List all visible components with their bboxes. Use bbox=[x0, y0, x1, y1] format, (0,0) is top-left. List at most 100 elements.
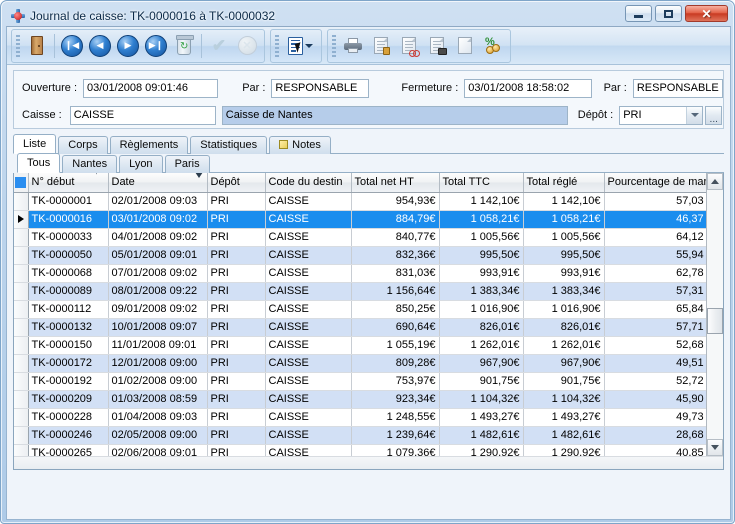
last-record-button[interactable]: ▶❙ bbox=[142, 32, 170, 60]
cell-depot[interactable]: PRI bbox=[207, 336, 266, 355]
cell-total-regle[interactable]: 901,75€ bbox=[523, 372, 605, 391]
table-row[interactable]: TK-0000265 02/06/2008 09:01 PRI CAISSE 1 079… bbox=[14, 444, 706, 456]
column-header-total-ttc[interactable]: Total TTC bbox=[439, 173, 524, 193]
column-header-code-destinataire[interactable]: Code du destin bbox=[265, 173, 352, 193]
cell-depot[interactable]: PRI bbox=[207, 390, 266, 409]
cell-total-net-ht[interactable]: 1 079,36€ bbox=[351, 444, 440, 456]
cell-total-regle[interactable]: 1 262,01€ bbox=[523, 336, 605, 355]
depot-dropdown-button[interactable] bbox=[686, 106, 703, 124]
subtab-lyon[interactable]: Lyon bbox=[119, 155, 163, 173]
cell-date[interactable]: 02/01/2008 09:03 bbox=[108, 192, 208, 211]
cell-total-regle[interactable]: 1 016,90€ bbox=[523, 300, 605, 319]
row-indicator-cell[interactable] bbox=[14, 282, 29, 301]
cell-total-regle[interactable]: 826,01€ bbox=[523, 318, 605, 337]
cell-total-regle[interactable]: 1 104,32€ bbox=[523, 390, 605, 409]
cell-total-ttc[interactable]: 1 383,34€ bbox=[439, 282, 524, 301]
cell-total-regle[interactable]: 1 290,92€ bbox=[523, 444, 605, 456]
cell-numero[interactable]: TK-0000050 bbox=[28, 246, 109, 265]
cell-pourcentage-marge[interactable]: 62,78 % bbox=[604, 264, 706, 283]
cell-total-net-ht[interactable]: 954,93€ bbox=[351, 192, 440, 211]
row-indicator-cell[interactable] bbox=[14, 408, 29, 427]
cell-depot[interactable]: PRI bbox=[207, 300, 266, 319]
cell-total-ttc[interactable]: 1 005,56€ bbox=[439, 228, 524, 247]
cell-code[interactable]: CAISSE bbox=[265, 264, 352, 283]
row-indicator-cell[interactable] bbox=[14, 444, 29, 456]
column-header-date[interactable]: Date bbox=[108, 173, 208, 193]
cell-total-ttc[interactable]: 901,75€ bbox=[439, 372, 524, 391]
cell-total-ttc[interactable]: 1 290,92€ bbox=[439, 444, 524, 456]
cell-depot[interactable]: PRI bbox=[207, 282, 266, 301]
ouverture-field[interactable]: 03/01/2008 09:01:46 bbox=[83, 78, 219, 98]
cell-total-ttc[interactable]: 967,90€ bbox=[439, 354, 524, 373]
row-indicator-cell[interactable] bbox=[14, 192, 29, 211]
cell-numero[interactable]: TK-0000033 bbox=[28, 228, 109, 247]
row-indicator-cell[interactable] bbox=[14, 300, 29, 319]
table-row[interactable]: TK-0000246 02/05/2008 09:00 PRI CAISSE 1 239… bbox=[14, 426, 706, 445]
row-indicator-cell[interactable] bbox=[14, 228, 29, 247]
grid-vertical-scrollbar[interactable] bbox=[706, 173, 723, 456]
cell-date[interactable]: 04/01/2008 09:02 bbox=[108, 228, 208, 247]
cell-code[interactable]: CAISSE bbox=[265, 390, 352, 409]
cell-total-ttc[interactable]: 1 493,27€ bbox=[439, 408, 524, 427]
tab-liste[interactable]: Liste bbox=[13, 134, 57, 154]
cell-total-net-ht[interactable]: 923,34€ bbox=[351, 390, 440, 409]
table-row[interactable]: TK-0000068 07/01/2008 09:02 PRI CAISSE 831,0… bbox=[14, 264, 706, 283]
cell-code[interactable]: CAISSE bbox=[265, 318, 352, 337]
cell-code[interactable]: CAISSE bbox=[265, 444, 352, 456]
list-report-button[interactable] bbox=[282, 32, 318, 60]
subtab-tous[interactable]: Tous bbox=[17, 153, 61, 173]
cell-pourcentage-marge[interactable]: 52,72 % bbox=[604, 372, 706, 391]
cell-total-ttc[interactable]: 995,50€ bbox=[439, 246, 524, 265]
exit-button[interactable] bbox=[23, 32, 51, 60]
cell-total-ttc[interactable]: 1 104,32€ bbox=[439, 390, 524, 409]
cell-code[interactable]: CAISSE bbox=[265, 210, 352, 229]
cell-pourcentage-marge[interactable]: 49,73 % bbox=[604, 408, 706, 427]
cell-code[interactable]: CAISSE bbox=[265, 228, 352, 247]
cell-depot[interactable]: PRI bbox=[207, 426, 266, 445]
column-header-pourcentage-marge[interactable]: Pourcentage de marge bbox=[604, 173, 706, 193]
toolbar-grip-icon[interactable] bbox=[332, 34, 336, 57]
cell-pourcentage-marge[interactable]: 64,12 % bbox=[604, 228, 706, 247]
row-indicator-cell[interactable] bbox=[14, 318, 29, 337]
scroll-down-button[interactable] bbox=[707, 439, 723, 456]
cell-total-net-ht[interactable]: 831,03€ bbox=[351, 264, 440, 283]
cell-depot[interactable]: PRI bbox=[207, 408, 266, 427]
cell-total-ttc[interactable]: 1 482,61€ bbox=[439, 426, 524, 445]
cell-depot[interactable]: PRI bbox=[207, 372, 266, 391]
previous-record-button[interactable]: ◀ bbox=[86, 32, 114, 60]
cell-date[interactable]: 03/01/2008 09:02 bbox=[108, 210, 208, 229]
next-record-button[interactable]: ▶ bbox=[114, 32, 142, 60]
cell-code[interactable]: CAISSE bbox=[265, 426, 352, 445]
table-row[interactable]: TK-0000001 02/01/2008 09:03 PRI CAISSE 954,9… bbox=[14, 192, 706, 211]
margin-button[interactable]: % bbox=[479, 32, 507, 60]
table-row[interactable]: TK-0000228 01/04/2008 09:03 PRI CAISSE 1 248… bbox=[14, 408, 706, 427]
table-row[interactable]: TK-0000050 05/01/2008 09:01 PRI CAISSE 832,3… bbox=[14, 246, 706, 265]
first-record-button[interactable]: ❙◀ bbox=[58, 32, 86, 60]
cell-pourcentage-marge[interactable]: 40,85 % bbox=[604, 444, 706, 456]
cell-code[interactable]: CAISSE bbox=[265, 408, 352, 427]
cell-total-regle[interactable]: 1 482,61€ bbox=[523, 426, 605, 445]
grid-select-all-header[interactable] bbox=[14, 173, 29, 193]
par-closing-field[interactable]: RESPONSABLE bbox=[632, 78, 723, 98]
column-header-depot[interactable]: Dépôt bbox=[207, 173, 266, 193]
scrollbar-thumb[interactable] bbox=[707, 308, 723, 334]
chevron-down-icon[interactable] bbox=[304, 43, 313, 48]
row-indicator-cell[interactable] bbox=[14, 246, 29, 265]
cell-total-regle[interactable]: 1 142,10€ bbox=[523, 192, 605, 211]
cell-date[interactable]: 11/01/2008 09:01 bbox=[108, 336, 208, 355]
cell-total-net-ht[interactable]: 1 239,64€ bbox=[351, 426, 440, 445]
cell-total-net-ht[interactable]: 840,77€ bbox=[351, 228, 440, 247]
cell-total-regle[interactable]: 1 493,27€ bbox=[523, 408, 605, 427]
row-indicator-cell[interactable] bbox=[14, 390, 29, 409]
cell-date[interactable]: 12/01/2008 09:00 bbox=[108, 354, 208, 373]
cell-numero[interactable]: TK-0000132 bbox=[28, 318, 109, 337]
minimize-button[interactable] bbox=[625, 5, 652, 22]
cell-total-net-ht[interactable]: 1 248,55€ bbox=[351, 408, 440, 427]
cell-pourcentage-marge[interactable]: 57,03 % bbox=[604, 192, 706, 211]
cell-numero[interactable]: TK-0000112 bbox=[28, 300, 109, 319]
fermeture-field[interactable]: 03/01/2008 18:58:02 bbox=[464, 78, 592, 98]
tab-corps[interactable]: Corps bbox=[58, 136, 108, 154]
row-indicator-cell[interactable] bbox=[14, 372, 29, 391]
cell-numero[interactable]: TK-0000192 bbox=[28, 372, 109, 391]
maximize-button[interactable] bbox=[655, 5, 682, 22]
